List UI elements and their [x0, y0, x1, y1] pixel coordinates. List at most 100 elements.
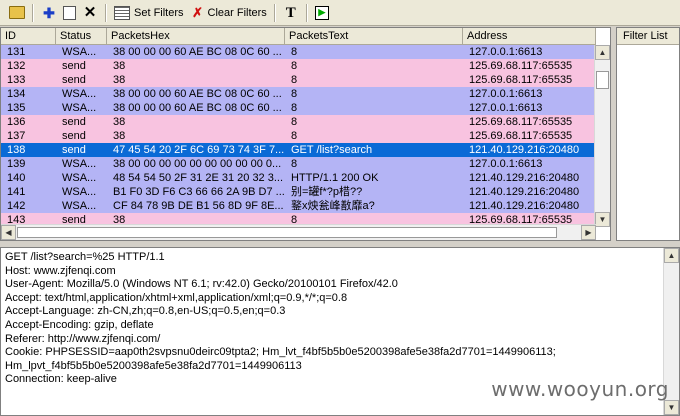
scroll-thumb[interactable] [17, 227, 557, 238]
detail-line: Accept: text/html,application/xhtml+xml,… [5, 291, 348, 304]
table-row[interactable]: 132 send 38 8 125.69.68.117:65535 [1, 59, 596, 73]
column-header-address[interactable]: Address [463, 28, 596, 45]
set-filters-button[interactable]: Set Filters [111, 3, 187, 23]
clear-filters-button[interactable]: ✗ Clear Filters [187, 3, 270, 23]
cell-address: 127.0.0.1:6613 [469, 102, 543, 114]
cell-address: 127.0.0.1:6613 [469, 88, 543, 100]
toolbar-separator [105, 3, 107, 22]
table-row[interactable]: 131 WSA... 38 00 00 00 60 AE BC 08 0C 60 .… [1, 45, 596, 59]
cell-status: WSA... [62, 102, 97, 114]
packet-details-text: GET /list?search=%25 HTTP/1.1 Host: www.z… [5, 251, 660, 387]
cell-packets-text: 8 [291, 130, 298, 142]
scroll-up-arrow-icon[interactable]: ▲ [595, 45, 610, 60]
column-header-packets-text[interactable]: PacketsText [285, 28, 463, 45]
copy-icon [63, 5, 76, 20]
cell-status: WSA... [62, 172, 97, 184]
open-button[interactable] [6, 3, 28, 23]
set-filters-label: Set Filters [134, 6, 184, 19]
detail-line: Hm_lpvt_f4bf5b5b0e5200398afe5e38fa2d7701… [5, 359, 302, 372]
cell-id: 133 [7, 74, 26, 86]
close-icon: ✕ [83, 3, 97, 21]
toolbar-separator [305, 3, 308, 22]
watermark: www.wooyun.org [491, 377, 669, 401]
cell-packets-text: 8 [291, 60, 298, 72]
copy-button[interactable] [60, 3, 79, 23]
cell-packets-text: 鐜x炴瓮峰敾靡a? [291, 200, 375, 212]
cell-status: send [62, 130, 86, 142]
packet-details[interactable]: GET /list?search=%25 HTTP/1.1 Host: www.z… [0, 247, 680, 416]
cell-packets-text: 8 [291, 102, 298, 114]
delete-button[interactable]: ✕ [79, 3, 101, 23]
detail-line: Cookie: PHPSESSID=aap0th2svpsnu0deirc09t… [5, 346, 556, 359]
packet-rows: 131 WSA... 38 00 00 00 60 AE BC 08 0C 60 .… [1, 45, 596, 227]
table-row[interactable]: 142 WSA... CF 84 78 9B DE B1 56 8D 9F 8E..… [1, 199, 596, 213]
scroll-down-arrow-icon[interactable]: ▼ [664, 400, 679, 415]
cell-id: 140 [7, 172, 26, 184]
cell-status: WSA... [62, 46, 97, 58]
text-button[interactable]: T [280, 3, 302, 23]
cell-packets-hex: 47 45 54 20 2F 6C 69 73 74 3F 7... [113, 144, 285, 156]
cell-packets-hex: 48 54 54 50 2F 31 2E 31 20 32 3... [113, 172, 284, 184]
cell-address: 125.69.68.117:65535 [469, 116, 573, 128]
toolbar: ✚ ✕ Set Filters ✗ Clear Filters T ▶ [0, 0, 680, 26]
packet-list[interactable]: ID Status PacketsHex PacketsText Address… [0, 27, 611, 241]
column-header-status[interactable]: Status [56, 28, 107, 45]
table-row[interactable]: 141 WSA... B1 F0 3D F6 C3 66 66 2A 9B D7 .… [1, 185, 596, 199]
text-icon: T [285, 4, 296, 21]
add-button[interactable]: ✚ [38, 3, 60, 23]
cell-packets-hex: 38 00 00 00 60 AE BC 08 0C 60 ... [113, 46, 282, 58]
cell-packets-text: 8 [291, 88, 298, 100]
scroll-left-arrow-icon[interactable]: ◀ [1, 225, 16, 240]
filter-list-panel[interactable]: Filter List [616, 27, 680, 241]
table-row[interactable]: 138 send 47 45 54 20 2F 6C 69 73 74 3F 7..… [1, 143, 596, 157]
cell-status: WSA... [62, 88, 97, 100]
cell-packets-hex: 38 [113, 60, 126, 72]
cell-address: 125.69.68.117:65535 [469, 74, 573, 86]
cell-address: 125.69.68.117:65535 [469, 130, 573, 142]
clear-filter-icon: ✗ [192, 4, 203, 20]
cell-packets-hex: 38 00 00 00 00 00 00 00 00 00 0... [113, 158, 282, 170]
scroll-right-arrow-icon[interactable]: ▶ [581, 225, 596, 240]
filter-grid-icon [114, 5, 130, 20]
cell-id: 134 [7, 88, 26, 100]
cell-id: 135 [7, 102, 26, 114]
cell-packets-text: GET /list?search [291, 144, 373, 156]
cell-packets-hex: 38 00 00 00 60 AE BC 08 0C 60 ... [113, 88, 282, 100]
play-button[interactable]: ▶ [312, 3, 332, 23]
cell-packets-hex: B1 F0 3D F6 C3 66 66 2A 9B D7 ... [113, 186, 285, 198]
cell-packets-text: HTTP/1.1 200 OK [291, 172, 379, 184]
cell-packets-text: 8 [291, 116, 298, 128]
packet-list-horizontal-scrollbar[interactable]: ◀ ▶ [1, 224, 596, 240]
cell-address: 127.0.0.1:6613 [469, 158, 543, 170]
cell-status: send [62, 144, 86, 156]
table-row[interactable]: 135 WSA... 38 00 00 00 60 AE BC 08 0C 60 .… [1, 101, 596, 115]
table-row[interactable]: 139 WSA... 38 00 00 00 00 00 00 00 00 00 0… [1, 157, 596, 171]
detail-line: Referer: http://www.zjfenqi.com/ [5, 332, 161, 345]
scroll-down-arrow-icon[interactable]: ▼ [595, 212, 610, 227]
column-header-id[interactable]: ID [1, 28, 56, 45]
table-row[interactable]: 134 WSA... 38 00 00 00 60 AE BC 08 0C 60 .… [1, 87, 596, 101]
cell-status: send [62, 60, 86, 72]
cell-address: 127.0.0.1:6613 [469, 46, 543, 58]
packet-list-vertical-scrollbar[interactable]: ▲ ▼ [594, 45, 610, 227]
cell-id: 131 [7, 46, 26, 58]
table-row[interactable]: 133 send 38 8 125.69.68.117:65535 [1, 73, 596, 87]
cell-packets-hex: 38 [113, 116, 126, 128]
table-row[interactable]: 137 send 38 8 125.69.68.117:65535 [1, 129, 596, 143]
packet-list-header: ID Status PacketsHex PacketsText Address [1, 28, 596, 45]
cell-status: send [62, 116, 86, 128]
cell-address: 121.40.129.216:20480 [469, 186, 580, 198]
folder-open-icon [9, 6, 25, 19]
scroll-thumb[interactable] [596, 71, 609, 89]
cell-id: 136 [7, 116, 26, 128]
cell-id: 142 [7, 200, 26, 212]
cell-packets-hex: 38 00 00 00 60 AE BC 08 0C 60 ... [113, 102, 282, 114]
cell-packets-hex: 38 [113, 130, 126, 142]
cell-status: WSA... [62, 158, 97, 170]
table-row[interactable]: 140 WSA... 48 54 54 50 2F 31 2E 31 20 32 3… [1, 171, 596, 185]
column-header-packets-hex[interactable]: PacketsHex [107, 28, 285, 45]
detail-line: GET /list?search=%25 HTTP/1.1 [5, 251, 165, 263]
scroll-up-arrow-icon[interactable]: ▲ [664, 248, 679, 263]
table-row[interactable]: 136 send 38 8 125.69.68.117:65535 [1, 115, 596, 129]
toolbar-separator [32, 3, 34, 22]
